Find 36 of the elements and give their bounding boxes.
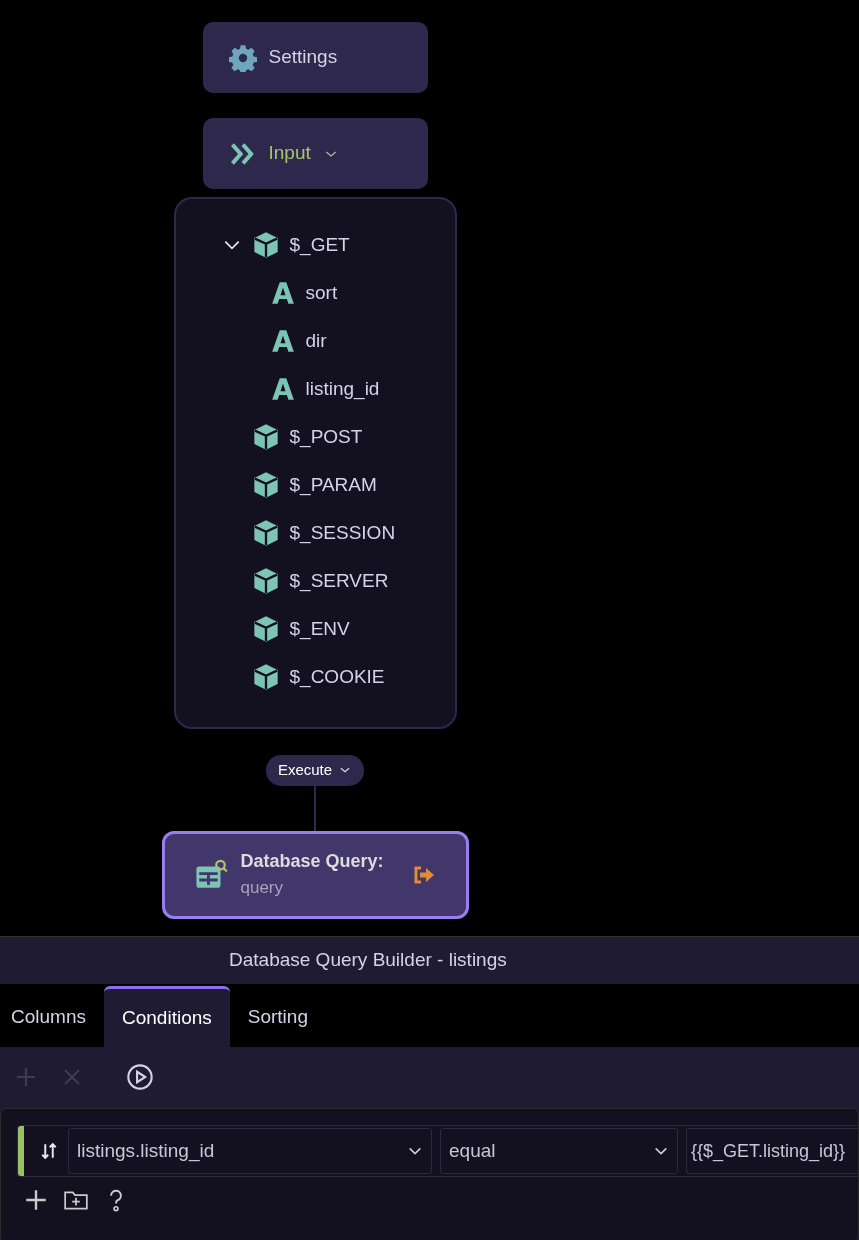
node-button[interactable]: Settings [202, 22, 428, 93]
tree-item-label[interactable]: $_GET [289, 230, 350, 260]
cube-icon [251, 615, 280, 643]
node-button[interactable]: Input [202, 118, 428, 189]
cube-icon [251, 471, 280, 499]
tree-item-label[interactable]: listing_id [305, 374, 380, 404]
tree-item-label[interactable]: $_SERVER [289, 566, 389, 596]
plus-icon[interactable] [23, 1187, 49, 1213]
query-node[interactable]: Database Query: query [161, 830, 469, 919]
letter-a-icon [269, 376, 296, 402]
tab[interactable]: Sorting [229, 987, 326, 1047]
node-subtitle: query [240, 877, 285, 900]
cube-icon [251, 231, 280, 259]
tree-item-label[interactable]: sort [305, 278, 338, 308]
tree-item-label[interactable]: $_COOKIE [289, 662, 385, 692]
cube-icon [251, 519, 280, 547]
cube-icon [251, 423, 280, 451]
tab[interactable]: Columns [0, 987, 104, 1047]
tree-item-label[interactable]: $_ENV [289, 614, 350, 644]
tree-item-label[interactable]: dir [305, 326, 327, 356]
tree-item-label[interactable]: $_PARAM [289, 470, 377, 500]
tab[interactable]: Conditions [104, 986, 230, 1047]
value-field[interactable]: {{$_GET.listing_id}} [686, 1128, 858, 1174]
panel-title: Database Query Builder - listings [229, 948, 507, 973]
sort-arrows-icon[interactable] [40, 1142, 58, 1160]
cube-icon [251, 567, 280, 595]
gear-icon [228, 43, 257, 72]
node-title: Database Query: [240, 850, 384, 874]
cube-icon [251, 663, 280, 691]
operator-select[interactable]: equal [440, 1128, 678, 1174]
tree-item-label[interactable]: $_POST [289, 422, 363, 452]
letter-a-icon [269, 328, 296, 354]
tree-item-label[interactable]: $_SESSION [289, 518, 396, 548]
execute-button[interactable]: Execute [265, 755, 365, 786]
letter-a-icon [269, 280, 296, 306]
field-select[interactable]: listings.listing_id [68, 1128, 432, 1174]
